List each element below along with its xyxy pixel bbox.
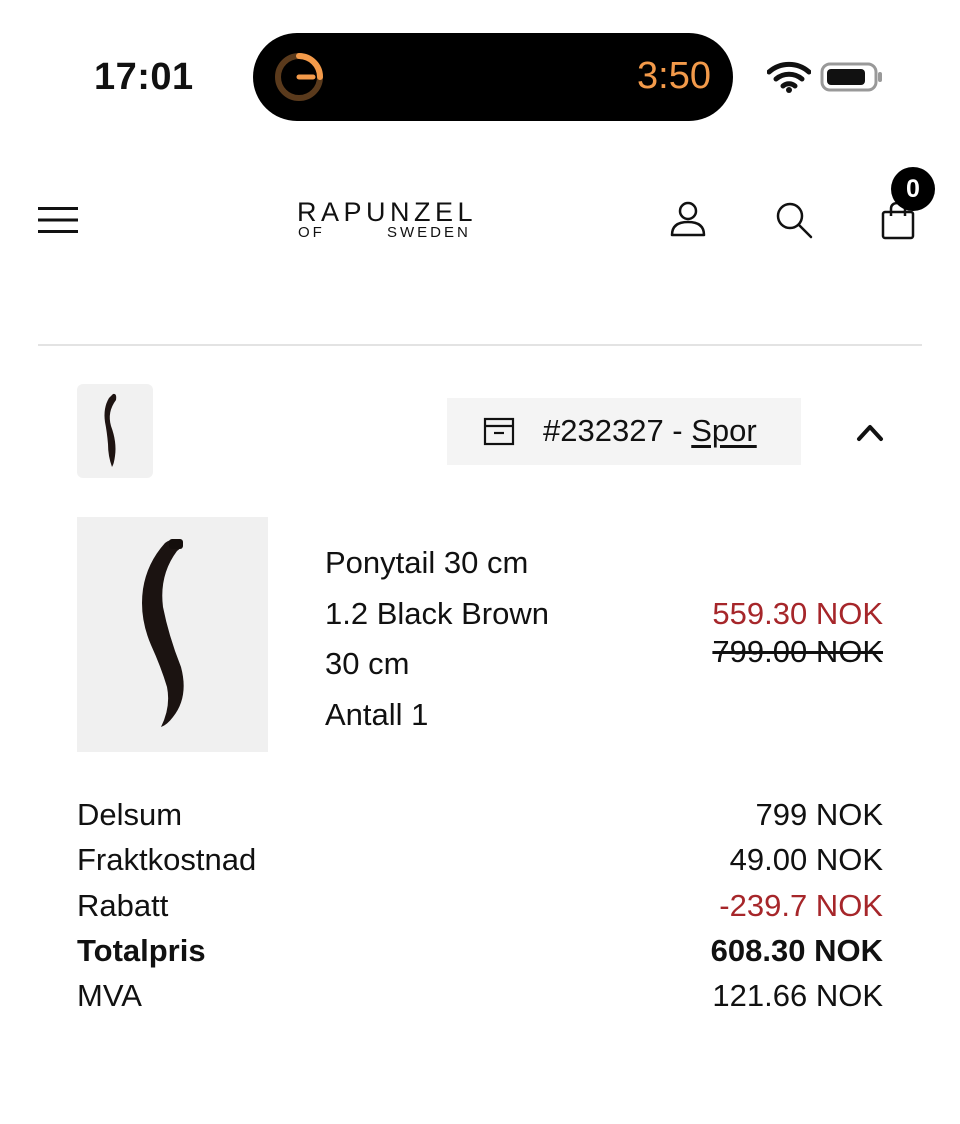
summary-row-total: Totalpris 608.30 NOK — [77, 928, 883, 973]
summary-value: 799 NOK — [755, 797, 883, 832]
battery-icon — [820, 62, 882, 92]
dynamic-island[interactable]: 3:50 — [253, 33, 733, 121]
product-details: Ponytail 30 cm 1.2 Black Brown 30 cm Ant… — [325, 538, 549, 740]
summary-value: 121.66 NOK — [712, 978, 883, 1014]
summary-label: Totalpris — [77, 932, 206, 968]
package-box-icon — [483, 417, 515, 446]
logo-of: OF — [298, 224, 325, 241]
brand-logo[interactable]: RAPUNZEL OF SWEDEN — [297, 197, 475, 245]
order-separator: - — [663, 413, 692, 448]
wifi-icon — [767, 61, 811, 93]
search-icon[interactable] — [774, 200, 814, 240]
sale-price: 559.30 NOK — [712, 596, 883, 631]
order-number-line: #232327 - Spor — [543, 413, 757, 449]
menu-icon[interactable] — [38, 206, 78, 234]
ponytail-product-image — [142, 539, 184, 727]
summary-label: MVA — [77, 978, 142, 1014]
product-image[interactable] — [77, 517, 268, 752]
summary-row-vat: MVA 121.66 NOK — [77, 973, 883, 1018]
product-color: 1.2 Black Brown — [325, 595, 549, 631]
timer-ring-icon — [275, 53, 323, 101]
original-price: 799.00 NOK — [712, 634, 883, 669]
status-time: 17:01 — [94, 56, 194, 98]
order-summary: Delsum 799 NOK Fraktkostnad 49.00 NOK Ra… — [77, 792, 883, 1018]
summary-label: Delsum — [77, 797, 183, 832]
summary-row-discount: Rabatt -239.7 NOK — [77, 883, 883, 928]
order-number: #232327 — [543, 413, 664, 448]
user-icon[interactable] — [668, 200, 708, 238]
summary-label: Rabatt — [77, 887, 169, 923]
product-quantity: Antall 1 — [325, 696, 429, 732]
order-tracking-tag[interactable]: #232327 - Spor — [447, 398, 801, 465]
summary-row-subtotal: Delsum 799 NOK — [77, 792, 883, 837]
header-divider — [38, 344, 922, 346]
order-thumbnail — [77, 384, 153, 478]
summary-row-shipping: Fraktkostnad 49.00 NOK — [77, 837, 883, 882]
summary-value: 49.00 NOK — [729, 842, 883, 878]
summary-value: -239.7 NOK — [719, 887, 883, 923]
product-length: 30 cm — [325, 646, 410, 681]
track-order-link[interactable]: Spor — [691, 413, 756, 448]
timer-text: 3:50 — [637, 55, 711, 97]
ponytail-thumbnail-image — [104, 393, 117, 467]
summary-label: Fraktkostnad — [77, 842, 257, 878]
chevron-up-icon[interactable] — [855, 420, 885, 444]
summary-value: 608.30 NOK — [710, 932, 883, 968]
logo-sweden: SWEDEN — [387, 224, 471, 241]
product-name[interactable]: Ponytail 30 cm — [325, 538, 549, 589]
cart-count-badge[interactable]: 0 — [891, 167, 935, 211]
